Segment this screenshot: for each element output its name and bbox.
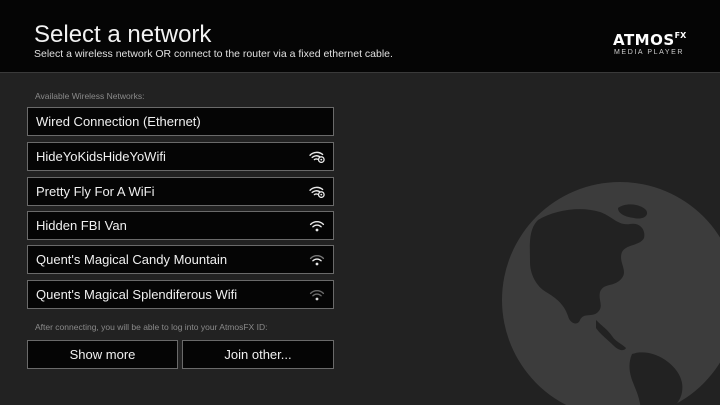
logo-super-text: FX [674,31,687,40]
atmosfx-logo: ATMOSFX MEDIA PLAYER [613,28,693,58]
page-subtitle: Select a wireless network OR connect to … [34,48,393,60]
network-label: Hidden FBI Van [36,218,127,233]
network-label: Pretty Fly For A WiFi [36,184,155,199]
logo-wordmark: ATMOSFX [613,28,693,48]
network-item-candymountain[interactable]: Quent's Magical Candy Mountain [27,245,334,274]
globe-icon [502,182,720,405]
page-title: Select a network [34,21,212,48]
network-item-prettyfly[interactable]: Pretty Fly For A WiFi [27,177,334,206]
network-item-wired[interactable]: Wired Connection (Ethernet) [27,107,334,136]
networks-section-label: Available Wireless Networks: [35,91,145,101]
network-label: Wired Connection (Ethernet) [36,114,201,129]
wifi-locked-icon [309,186,325,198]
wifi-icon [309,220,325,231]
join-other-button[interactable]: Join other... [182,340,334,369]
wifi-icon [309,254,325,265]
login-note: After connecting, you will be able to lo… [35,322,268,332]
network-label: Quent's Magical Splendiferous Wifi [36,287,238,302]
wifi-weak-icon [309,289,325,300]
network-label: Quent's Magical Candy Mountain [36,252,228,267]
network-item-hiddenfbivan[interactable]: Hidden FBI Van [27,211,334,240]
logo-subtitle: MEDIA PLAYER [614,49,685,56]
header-bar: Select a network Select a wireless netwo… [0,0,720,73]
network-item-hideyokids[interactable]: HideYoKidsHideYoWifi [27,142,334,171]
show-more-button[interactable]: Show more [27,340,178,369]
wifi-locked-icon [309,151,325,163]
logo-main-text: ATMOS [613,31,675,49]
network-item-splendiferous[interactable]: Quent's Magical Splendiferous Wifi [27,280,334,309]
network-label: HideYoKidsHideYoWifi [36,149,166,164]
